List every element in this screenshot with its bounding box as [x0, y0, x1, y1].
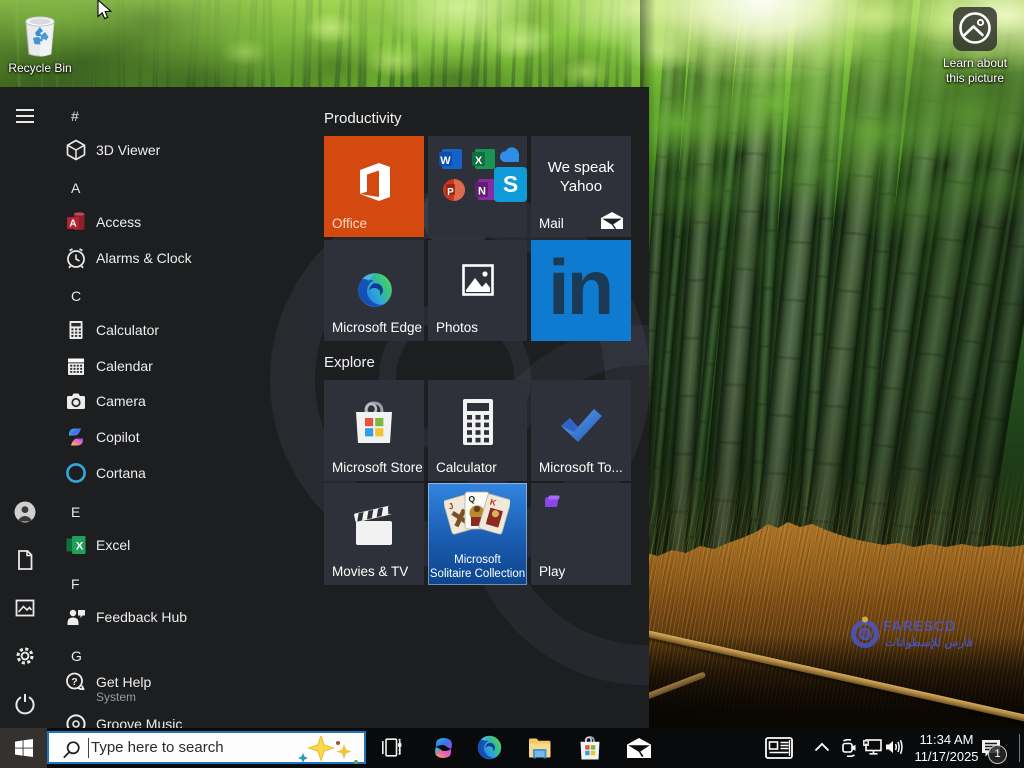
svg-text:W: W	[440, 155, 451, 167]
svg-text:فارس للإسطوانات: فارس للإسطوانات	[885, 636, 973, 650]
svg-text:P: P	[447, 187, 454, 198]
svg-text:A: A	[69, 219, 76, 230]
svg-text:Q: Q	[469, 494, 476, 504]
svg-text:FARESCD: FARESCD	[883, 619, 956, 635]
svg-text:?: ?	[71, 676, 77, 688]
svg-text:N: N	[478, 186, 486, 198]
svg-text:X: X	[475, 155, 483, 167]
svg-text:X: X	[76, 540, 84, 552]
